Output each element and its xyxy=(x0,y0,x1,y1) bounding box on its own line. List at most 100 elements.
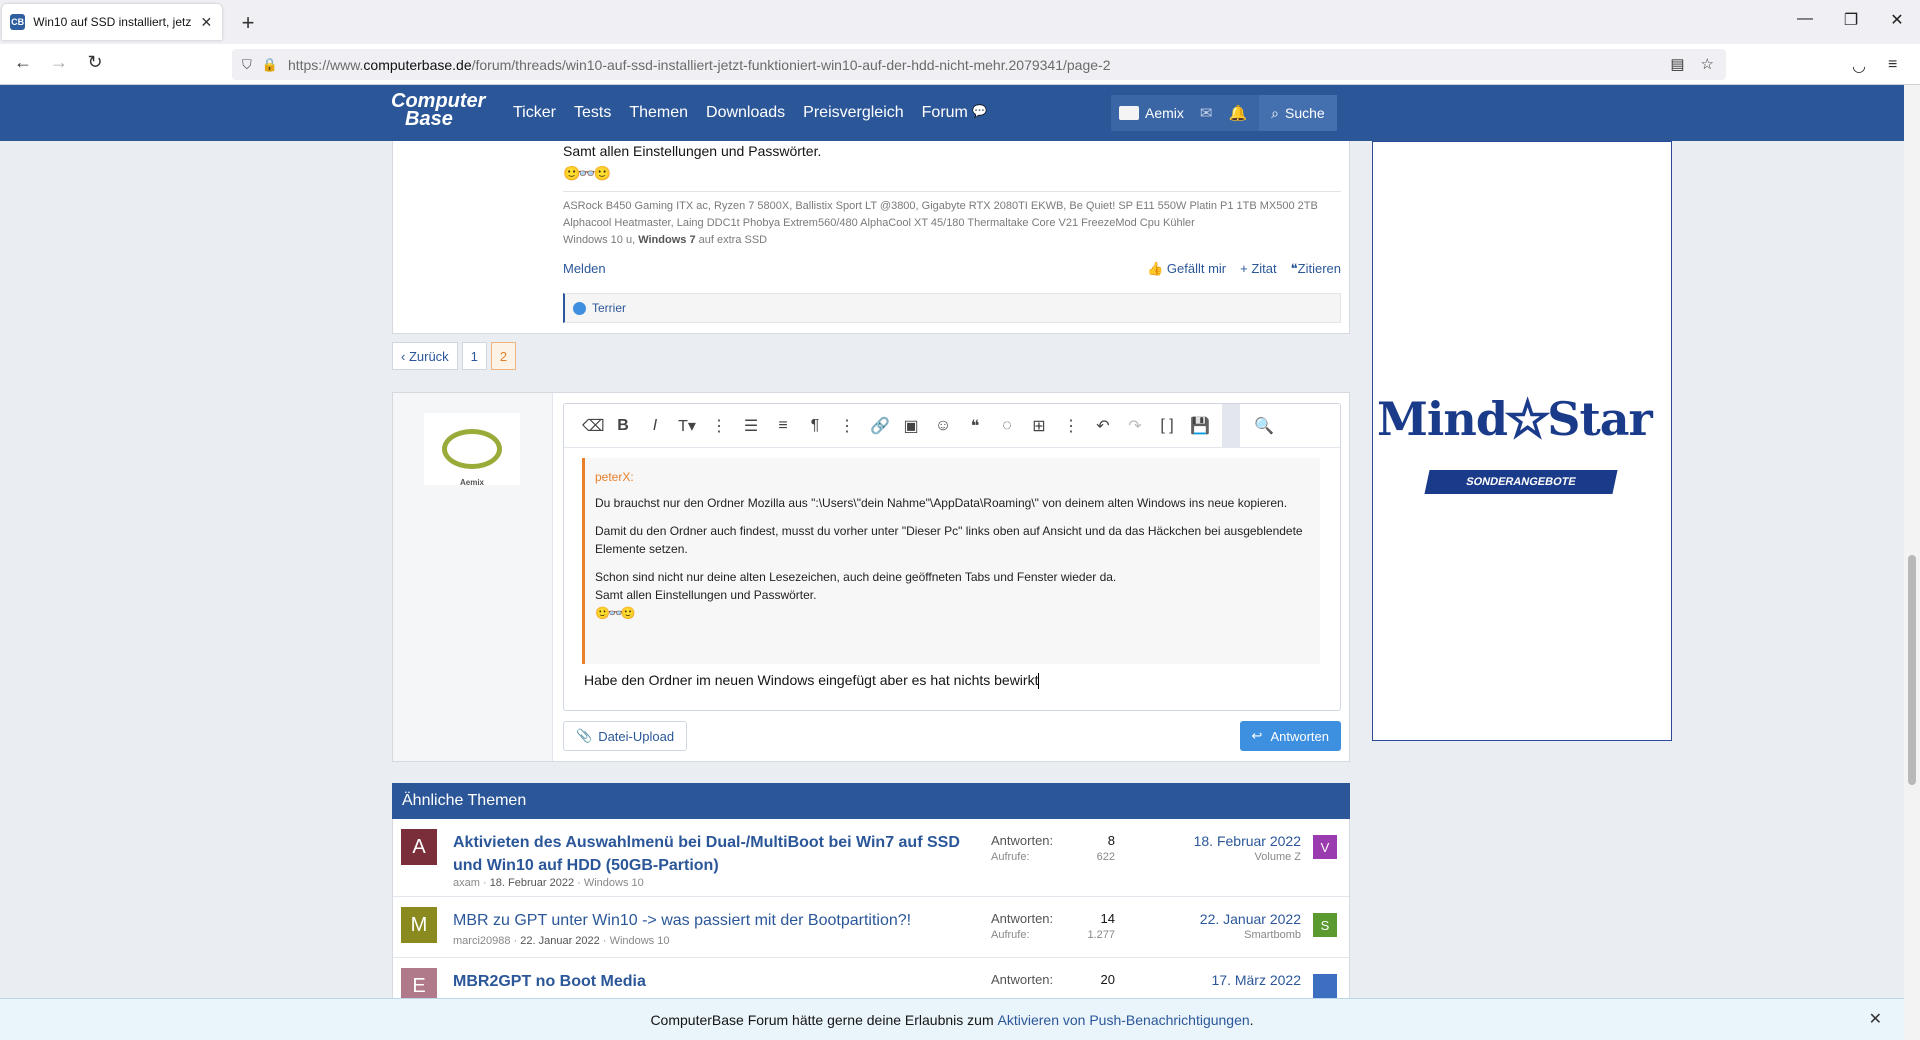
report-link[interactable]: Melden xyxy=(563,261,606,276)
drafts-icon[interactable]: 💾 xyxy=(1190,416,1210,436)
pager-page-2[interactable]: 2 xyxy=(490,342,517,370)
user-menu[interactable]: Aemix xyxy=(1111,95,1192,131)
like-button[interactable]: 👍 Gefällt mir xyxy=(1147,261,1226,277)
quote-icon[interactable]: ❝ xyxy=(966,416,984,436)
back-icon[interactable]: ← xyxy=(10,52,36,73)
reload-icon[interactable]: ↻ xyxy=(82,52,108,73)
editor-toolbar: ⌫ B I T▾ ⋮ ☰ ≡ ¶ ⋮ 🔗 ▣ ☺ ❝ ◌ ⊞ ⋮ ↶ ↷ [ ]… xyxy=(564,403,1340,448)
list-icon[interactable]: ☰ xyxy=(742,416,760,436)
close-notification-icon[interactable]: ✕ xyxy=(1869,1009,1882,1029)
user-area: Aemix ✉ 🔔 ⌕ Suche xyxy=(1111,95,1337,131)
link-icon[interactable]: 🔗 xyxy=(870,416,890,436)
align-icon[interactable]: ≡ xyxy=(774,417,792,435)
post-text: Samt allen Einstellungen und Passwörter. xyxy=(563,143,822,159)
thread-title[interactable]: Aktivieten des Auswahlmenü bei Dual-/Mul… xyxy=(453,831,973,877)
shield-icon[interactable]: ⛉ xyxy=(242,57,252,73)
mindstar-ad[interactable]: Mind★Star SONDERANGEBOTE xyxy=(1372,141,1672,741)
forward-icon[interactable]: → xyxy=(46,52,72,73)
post-smilies: 🙂👓🙂 xyxy=(563,165,611,181)
more-insert-icon[interactable]: ⋮ xyxy=(1062,416,1080,436)
thread-avatar[interactable]: A xyxy=(401,829,437,865)
new-tab-icon[interactable]: + xyxy=(236,10,260,36)
last-poster-avatar[interactable]: V xyxy=(1313,835,1337,859)
bookmark-star-icon[interactable]: ☆ xyxy=(1701,55,1714,73)
like-icon xyxy=(573,301,586,315)
avatar xyxy=(1119,106,1139,120)
nav-ticker[interactable]: Ticker xyxy=(513,104,556,122)
main-nav: Ticker Tests Themen Downloads Preisvergl… xyxy=(513,85,987,141)
reply-text[interactable]: Habe den Ordner im neuen Windows eingefü… xyxy=(584,672,1040,690)
forum-post: Samt allen Einstellungen und Passwörter.… xyxy=(392,141,1350,334)
nav-downloads[interactable]: Downloads xyxy=(706,104,785,122)
cite-button[interactable]: ❝Zitieren xyxy=(1291,261,1341,277)
browser-chrome: CB Win10 auf SSD installiert, jetzt fu ✕… xyxy=(0,0,1920,85)
last-poster-avatar[interactable] xyxy=(1313,974,1337,998)
thread-title[interactable]: MBR zu GPT unter Win10 -> was passiert m… xyxy=(453,909,973,932)
more-paragraph-icon[interactable]: ⋮ xyxy=(838,416,856,436)
nav-preisvergleich[interactable]: Preisvergleich xyxy=(803,104,903,122)
pager-page-1[interactable]: 1 xyxy=(461,342,487,370)
scrollbar-thumb[interactable] xyxy=(1908,555,1916,785)
restore-icon[interactable]: ❐ xyxy=(1836,10,1866,30)
bell-icon[interactable]: 🔔 xyxy=(1220,104,1255,122)
preview-icon[interactable]: 🔍 xyxy=(1254,416,1274,436)
username: Aemix xyxy=(1145,105,1184,121)
url-text[interactable]: https://www.computerbase.de/forum/thread… xyxy=(288,57,1111,73)
liked-by-link[interactable]: Terrier xyxy=(592,301,626,315)
undo-icon[interactable]: ↶ xyxy=(1094,416,1112,436)
thread-last-post[interactable]: 17. März 2022 xyxy=(1212,972,1302,988)
more-text-icon[interactable]: ⋮ xyxy=(710,416,728,436)
redo-icon[interactable]: ↷ xyxy=(1126,416,1144,436)
site-logo[interactable]: Computer Base xyxy=(391,91,485,129)
upload-button[interactable]: 📎 Datei-Upload xyxy=(563,721,688,751)
chat-bubble-icon: 💬 xyxy=(972,104,988,118)
italic-icon[interactable]: I xyxy=(646,417,664,435)
thread-title[interactable]: MBR2GPT no Boot Media xyxy=(453,970,973,993)
menu-icon[interactable]: ≡ xyxy=(1888,56,1897,74)
reader-view-icon[interactable]: ▤ xyxy=(1670,55,1684,73)
search-button[interactable]: ⌕ Suche xyxy=(1259,95,1337,131)
pocket-icon[interactable]: ◡ xyxy=(1852,56,1866,76)
rich-text-editor[interactable]: ⌫ B I T▾ ⋮ ☰ ≡ ¶ ⋮ 🔗 ▣ ☺ ❝ ◌ ⊞ ⋮ ↶ ↷ [ ]… xyxy=(563,403,1341,711)
nav-tests[interactable]: Tests xyxy=(574,104,611,122)
tab-close-icon[interactable]: ✕ xyxy=(199,14,214,31)
reply-user-column: Aemix xyxy=(393,393,553,761)
pagination: ‹ Zurück 1 2 xyxy=(392,342,517,370)
quote-block: peterX: Du brauchst nur den Ordner Mozil… xyxy=(582,458,1320,664)
text-size-icon[interactable]: T▾ xyxy=(678,416,696,436)
thread-meta: marci20988 · 22. Januar 2022 · Windows 1… xyxy=(453,935,670,947)
lock-icon[interactable]: 🔒 xyxy=(262,57,278,73)
thread-last-post[interactable]: 18. Februar 2022 Volume Z xyxy=(1194,833,1301,863)
paragraph-icon[interactable]: ¶ xyxy=(806,417,824,435)
image-icon[interactable]: ▣ xyxy=(902,416,920,436)
enable-push-link[interactable]: Aktivieren von Push-Benachrichtigungen xyxy=(998,1012,1250,1028)
mail-icon[interactable]: ✉ xyxy=(1192,104,1221,122)
thread-stats: Antworten: 8 Aufrufe: 622 xyxy=(991,833,1115,863)
thread-avatar[interactable]: M xyxy=(401,907,437,943)
nav-themen[interactable]: Themen xyxy=(629,104,688,122)
quote-paragraph: Schon sind nicht nur deine alten Lesezei… xyxy=(595,570,1117,584)
nav-forum[interactable]: Forum 💬 xyxy=(922,104,988,122)
quote-button[interactable]: + Zitat xyxy=(1240,261,1277,277)
bold-icon[interactable]: B xyxy=(614,417,632,435)
quote-paragraph: Samt allen Einstellungen und Passwörter. xyxy=(595,588,817,602)
eraser-icon[interactable]: ⌫ xyxy=(582,416,605,436)
reply-avatar: Aemix xyxy=(424,413,520,487)
last-poster-avatar[interactable]: S xyxy=(1313,913,1337,937)
close-window-icon[interactable]: ✕ xyxy=(1882,10,1912,30)
spoiler-icon[interactable]: ◌ xyxy=(998,417,1016,435)
thread-last-post[interactable]: 22. Januar 2022 Smartbomb xyxy=(1200,911,1301,941)
browser-tab[interactable]: CB Win10 auf SSD installiert, jetzt fu ✕ xyxy=(2,4,222,40)
tab-strip: CB Win10 auf SSD installiert, jetzt fu ✕… xyxy=(0,0,1920,44)
quote-smilies: 🙂👓🙂 xyxy=(595,606,636,620)
address-bar[interactable]: ⛉ 🔒 https://www.computerbase.de/forum/th… xyxy=(232,49,1726,80)
table-icon[interactable]: ⊞ xyxy=(1030,416,1048,436)
pager-back-button[interactable]: ‹ Zurück xyxy=(392,342,458,370)
bbcode-icon[interactable]: [ ] xyxy=(1158,417,1176,435)
smiley-icon[interactable]: ☺ xyxy=(934,417,952,435)
quote-author[interactable]: peterX: xyxy=(595,468,1310,486)
thread-row: M MBR zu GPT unter Win10 -> was passiert… xyxy=(393,897,1349,958)
minimize-icon[interactable]: — xyxy=(1790,10,1820,28)
page-scrollbar[interactable] xyxy=(1904,85,1920,1040)
submit-reply-button[interactable]: ↩ Antworten xyxy=(1239,721,1341,751)
